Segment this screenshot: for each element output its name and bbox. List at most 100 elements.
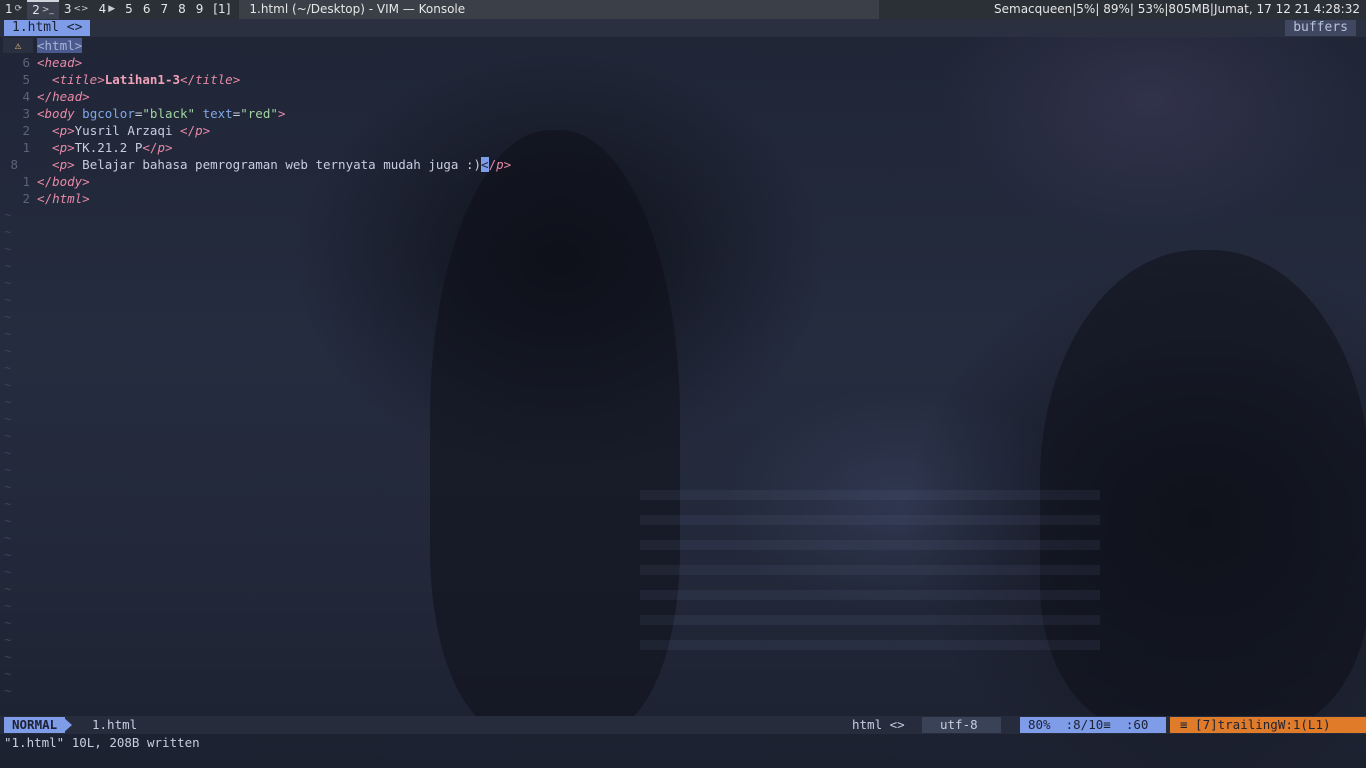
statusline-encoding: utf-8 xyxy=(922,717,1001,733)
line-number: 4 xyxy=(22,89,30,104)
workspace-label: 6 xyxy=(142,2,151,16)
code-token: p xyxy=(59,157,68,172)
workspace-label: 1 xyxy=(5,2,13,16)
code-token: p xyxy=(59,123,68,138)
code-token: < xyxy=(37,55,45,70)
line-code: </html> xyxy=(37,190,90,207)
code-token: body xyxy=(44,106,75,121)
vim-tabline: 1.html <> buffers xyxy=(0,19,1366,37)
workspace-5[interactable]: 5 xyxy=(120,0,138,19)
line-number: 1 xyxy=(22,140,30,155)
line-code: </body> xyxy=(37,173,90,190)
line-code: <p> Belajar bahasa pemrograman web terny… xyxy=(37,156,511,173)
code-token: < xyxy=(37,140,60,155)
vim-statusline: NORMAL 1.html html <> utf-8 80% :8/10≡ :… xyxy=(0,716,1366,734)
empty-line-marker: ~ xyxy=(4,445,12,460)
warning-icon: ⚠ xyxy=(3,38,33,53)
code-token: text xyxy=(195,106,233,121)
code-token: < xyxy=(37,157,60,172)
empty-line-marker: ~ xyxy=(4,564,12,579)
workspace-label: 2 xyxy=(32,3,40,17)
command-line[interactable]: "1.html" 10L, 208B written xyxy=(4,734,200,752)
code-token: < xyxy=(37,72,60,87)
workspace-label: 4 xyxy=(98,2,107,16)
code-token: > xyxy=(277,106,286,121)
code-token: > xyxy=(74,55,83,70)
workspace-label: [1] xyxy=(213,2,231,16)
code-token: > xyxy=(97,72,105,87)
code-token: </ xyxy=(142,140,158,155)
empty-line-marker: ~ xyxy=(4,428,12,443)
code-token: < xyxy=(37,123,60,138)
empty-line-marker: ~ xyxy=(4,581,12,596)
workspace-10[interactable]: [1] xyxy=(208,0,235,19)
workspace-4[interactable]: 4 ▶ xyxy=(94,0,121,19)
line-code: <p>TK.21.2 P</p> xyxy=(37,139,172,156)
empty-line-marker: ~ xyxy=(4,377,12,392)
workspace-list: 1 ⟳ 2 >_ 3 <> 4 ▶ 5 6 7 8 9 [1] xyxy=(0,0,235,19)
vim-editor[interactable]: ⚠ <html> 6 <head> 5 <title>Latihan1-3</title… xyxy=(0,37,1366,716)
code-token: > xyxy=(82,191,90,206)
line-code: <head> xyxy=(37,54,82,71)
mode-indicator: NORMAL xyxy=(4,717,66,733)
code-token: "black" xyxy=(142,106,196,121)
code-token: > xyxy=(82,174,90,189)
line-number: 5 xyxy=(22,72,30,87)
code-token: </ xyxy=(37,89,53,104)
workspace-label: 9 xyxy=(195,2,204,16)
workspace-label: 5 xyxy=(125,2,133,16)
code-token: title xyxy=(59,72,98,87)
top-panel: 1 ⟳ 2 >_ 3 <> 4 ▶ 5 6 7 8 9 [1] 1.html (~/Desktop) - … xyxy=(0,0,1366,19)
line-code: <body bgcolor="black" text="red"> xyxy=(37,105,285,122)
workspace-9[interactable]: 9 xyxy=(191,0,209,19)
code-token: > xyxy=(67,140,75,155)
workspace-label: 8 xyxy=(178,2,186,16)
code-token: < xyxy=(37,106,45,121)
code-token: head xyxy=(44,55,75,70)
workspace-1[interactable]: 1 ⟳ xyxy=(0,0,27,19)
code-token: "red" xyxy=(240,106,278,121)
code-token: > xyxy=(67,123,75,138)
workspace-app-icon: ▶ xyxy=(108,4,116,14)
code-token: TK.21.2 P xyxy=(74,140,143,155)
workspace-7[interactable]: 7 xyxy=(155,0,173,19)
line-number: 1 xyxy=(22,174,30,189)
workspace-8[interactable]: 8 xyxy=(173,0,191,19)
line-code: <html> xyxy=(37,37,83,54)
workspace-app-icon: >_ xyxy=(41,5,54,15)
empty-line-marker: ~ xyxy=(4,683,12,698)
code-token: Yusril Arzaqi xyxy=(74,123,180,138)
empty-line-marker: ~ xyxy=(4,292,12,307)
code-token: </ xyxy=(37,191,53,206)
code-token: > xyxy=(67,157,75,172)
empty-line-marker: ~ xyxy=(4,513,12,528)
code-token: bgcolor xyxy=(74,106,135,121)
line-code: <title>Latihan1-3</title> xyxy=(37,71,240,88)
empty-line-marker: ~ xyxy=(4,224,12,239)
line-code: <p>Yusril Arzaqi </p> xyxy=(37,122,210,139)
empty-line-marker: ~ xyxy=(4,258,12,273)
code-token: head xyxy=(52,89,83,104)
code-token: <html> xyxy=(37,38,83,53)
empty-line-marker: ~ xyxy=(4,241,12,256)
empty-line-marker: ~ xyxy=(4,632,12,647)
code-token: title xyxy=(195,72,233,87)
workspace-3[interactable]: 3 <> xyxy=(59,0,94,19)
empty-line-marker: ~ xyxy=(4,496,12,511)
workspace-6[interactable]: 6 xyxy=(138,0,156,19)
empty-line-marker: ~ xyxy=(4,479,12,494)
line-code: </head> xyxy=(37,88,90,105)
empty-line-marker: ~ xyxy=(4,547,12,562)
tab-1-html[interactable]: 1.html <> xyxy=(4,20,91,36)
statusline-filename: 1.html xyxy=(92,717,138,732)
text-cursor: < xyxy=(481,157,489,172)
line-number: 2 xyxy=(22,191,30,206)
empty-line-marker: ~ xyxy=(4,275,12,290)
workspace-2[interactable]: 2 >_ xyxy=(27,0,59,19)
empty-line-marker: ~ xyxy=(4,530,12,545)
statusline-filetype: html <> xyxy=(852,717,905,732)
empty-line-marker: ~ xyxy=(4,598,12,613)
code-token: > xyxy=(503,157,512,172)
buffers-label[interactable]: buffers xyxy=(1285,20,1356,36)
empty-line-marker: ~ xyxy=(4,207,12,222)
